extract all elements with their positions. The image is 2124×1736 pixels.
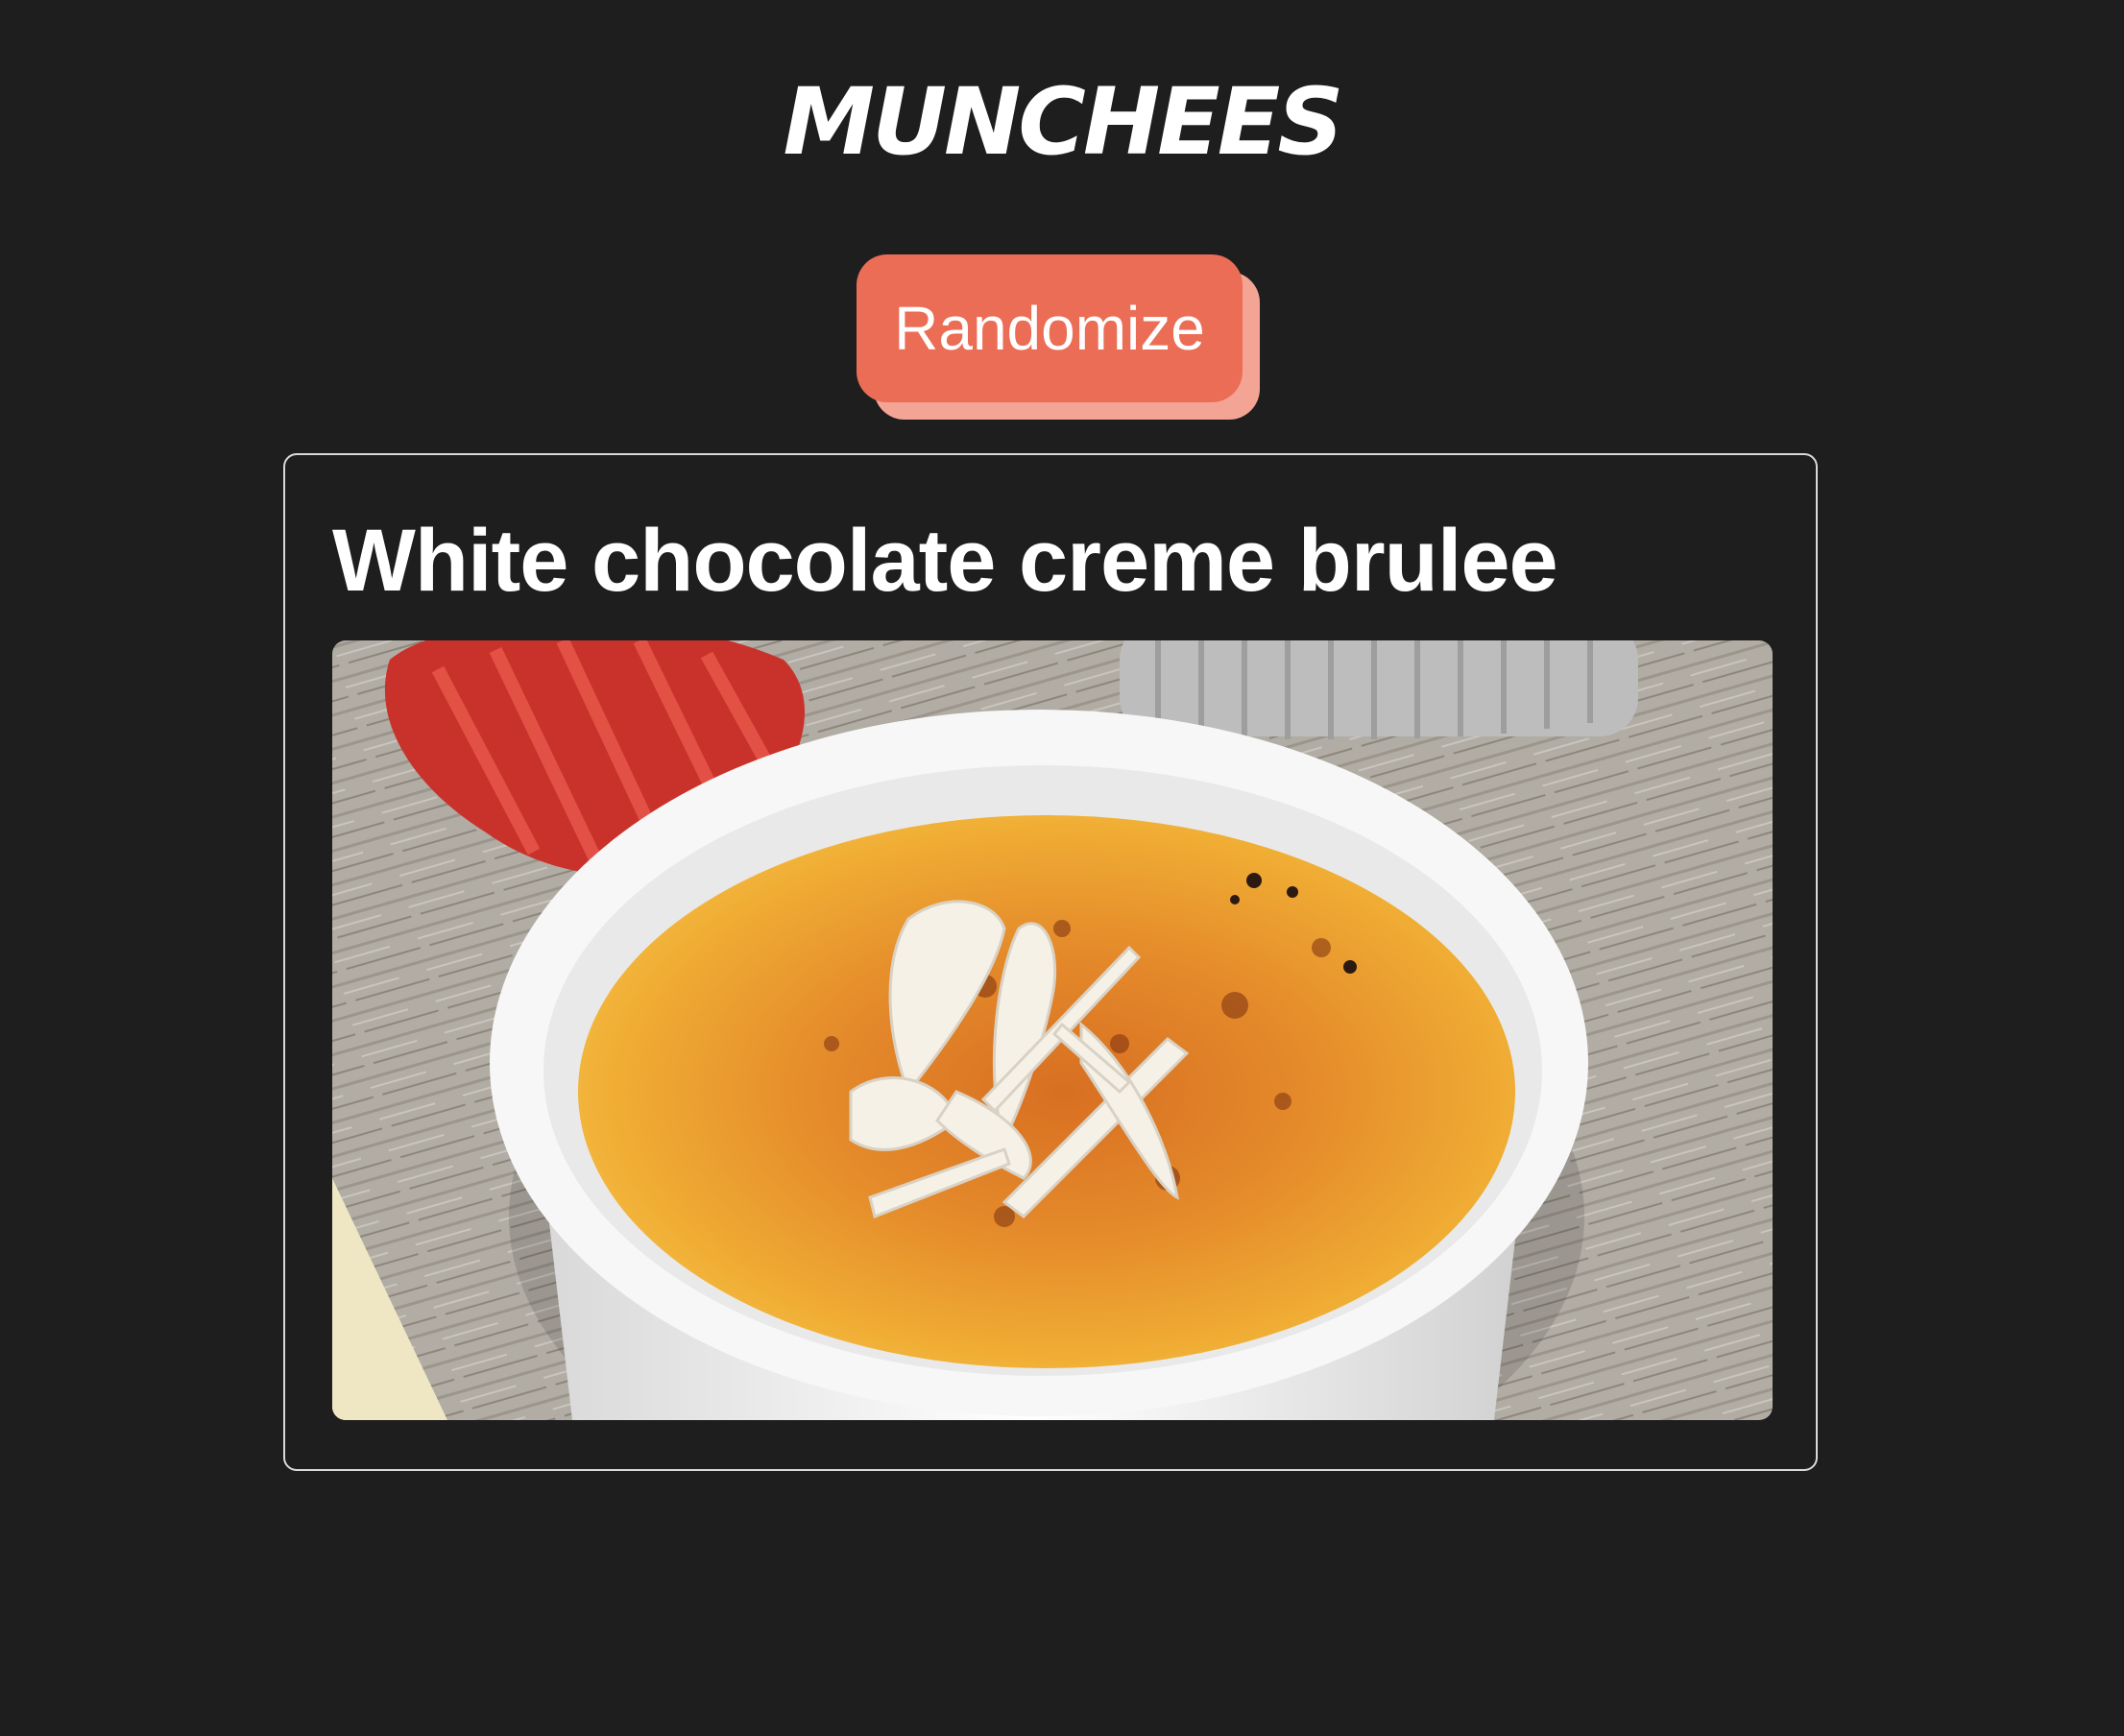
recipe-image — [332, 640, 1773, 1420]
recipe-title: White chocolate creme brulee — [332, 512, 1558, 610]
randomize-button[interactable]: Randomize — [857, 254, 1243, 402]
recipe-card: White chocolate creme brulee — [283, 453, 1818, 1471]
brand-logo: MUNCHEES — [783, 68, 1344, 176]
